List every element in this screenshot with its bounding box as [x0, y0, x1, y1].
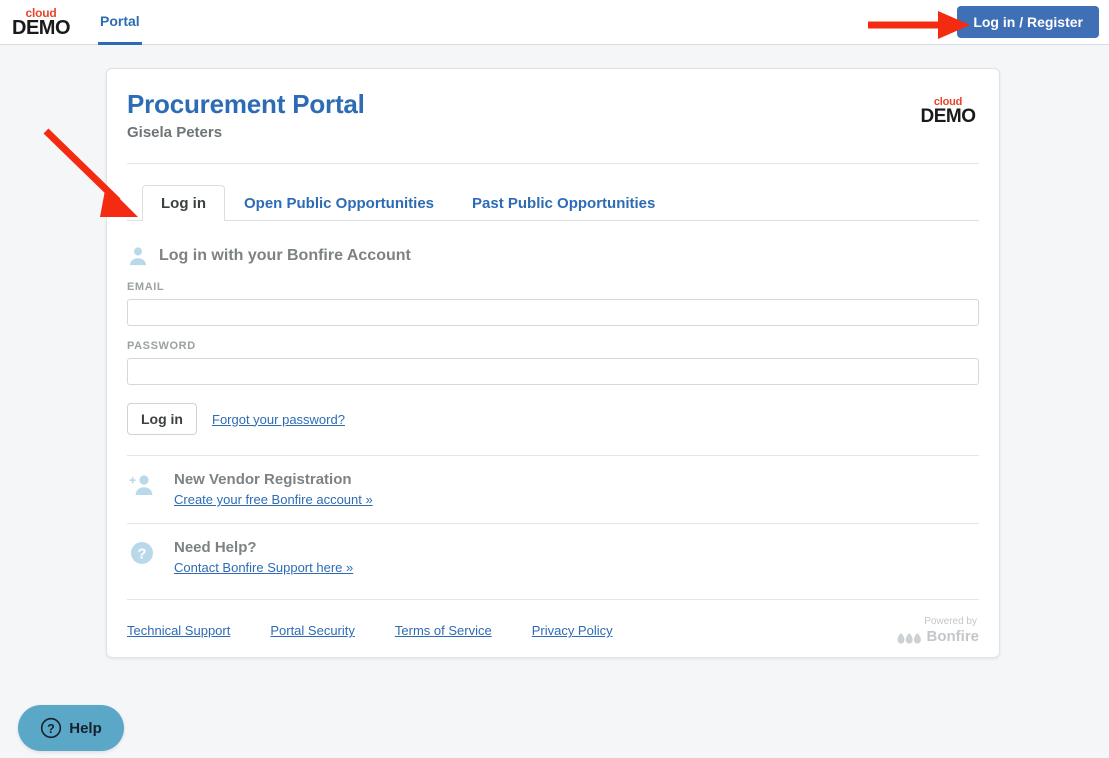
forgot-password-link[interactable]: Forgot your password? [212, 412, 345, 427]
tab-open-public-opportunities[interactable]: Open Public Opportunities [225, 185, 453, 221]
card-footer: Technical Support Portal Security Terms … [127, 599, 979, 646]
need-help-body: Need Help? Contact Bonfire Support here … [165, 538, 353, 577]
email-field-group: EMAIL [127, 281, 979, 326]
help-widget-button[interactable]: ? Help [18, 705, 124, 751]
footer-links: Technical Support Portal Security Terms … [127, 623, 653, 638]
tab-open-public-opportunities-label: Open Public Opportunities [244, 195, 435, 212]
powered-by-label: Powered by [924, 616, 977, 627]
card-logo-demo-text: DEMO [920, 106, 977, 127]
nav-tab-portal-label: Portal [100, 12, 140, 29]
help-widget-label: Help [69, 719, 102, 737]
footer-link-terms-of-service[interactable]: Terms of Service [395, 623, 492, 638]
new-vendor-registration-body: New Vendor Registration Create your free… [165, 470, 373, 509]
bonfire-brand-label: Bonfire [926, 628, 980, 645]
card-header: Procurement Portal Gisela Peters cloud D… [127, 89, 979, 141]
create-free-account-link[interactable]: Create your free Bonfire account » [174, 492, 373, 507]
login-section-header: Log in with your Bonfire Account [127, 245, 979, 267]
login-actions-row: Log in Forgot your password? [127, 403, 979, 435]
log-in-button[interactable]: Log in [127, 403, 197, 435]
password-field-group: PASSWORD [127, 340, 979, 385]
cloud-demo-logo: cloud DEMO [10, 7, 72, 38]
page-title: Procurement Portal [127, 89, 365, 119]
bonfire-flame-icon [897, 632, 921, 644]
question-circle-icon: ? [41, 717, 62, 739]
powered-by-bonfire: Powered by Bonfire [897, 616, 980, 646]
need-help-block: ? Need Help? Contact Bonfire Support her… [127, 523, 979, 591]
svg-text:?: ? [47, 722, 55, 736]
nav-tab-portal[interactable]: Portal [98, 0, 142, 45]
tab-log-in-label: Log in [161, 195, 206, 212]
page-subtitle: Gisela Peters [127, 124, 223, 141]
user-icon [130, 247, 146, 266]
top-nav-tabs: Portal [98, 0, 142, 45]
card-cloud-demo-logo: cloud DEMO [917, 97, 979, 127]
email-input[interactable] [127, 299, 979, 326]
password-input[interactable] [127, 358, 979, 385]
footer-link-technical-support[interactable]: Technical Support [127, 623, 230, 638]
new-vendor-registration-block: New Vendor Registration Create your free… [127, 455, 979, 523]
top-navigation-bar: cloud DEMO Portal Log in / Register [0, 0, 1109, 45]
footer-link-portal-security[interactable]: Portal Security [270, 623, 355, 638]
password-label: PASSWORD [127, 340, 196, 352]
add-user-icon [129, 475, 153, 495]
content-tabs: Log in Open Public Opportunities Past Pu… [127, 182, 979, 221]
new-vendor-registration-title: New Vendor Registration [174, 471, 352, 488]
portal-card: Procurement Portal Gisela Peters cloud D… [106, 68, 1000, 658]
svg-text:?: ? [137, 546, 146, 563]
logo-demo-text: DEMO [12, 16, 71, 39]
tab-past-public-opportunities-label: Past Public Opportunities [472, 195, 656, 212]
card-header-titles: Procurement Portal Gisela Peters [127, 89, 365, 141]
bonfire-brand: Bonfire [897, 628, 980, 646]
header-divider [127, 163, 979, 164]
need-help-title: Need Help? [174, 539, 257, 556]
email-label: EMAIL [127, 281, 165, 293]
footer-link-privacy-policy[interactable]: Privacy Policy [532, 623, 613, 638]
top-nav-right-section: Log in / Register [957, 6, 1099, 38]
login-section-title: Log in with your Bonfire Account [159, 247, 411, 264]
tab-log-in[interactable]: Log in [142, 185, 225, 221]
tab-past-public-opportunities[interactable]: Past Public Opportunities [453, 185, 674, 221]
contact-support-link[interactable]: Contact Bonfire Support here » [174, 560, 353, 575]
log-in-register-button[interactable]: Log in / Register [957, 6, 1099, 38]
question-circle-icon: ? [131, 542, 153, 564]
portal-card-inner: Procurement Portal Gisela Peters cloud D… [107, 69, 999, 646]
login-section: Log in with your Bonfire Account EMAIL P… [127, 245, 979, 435]
